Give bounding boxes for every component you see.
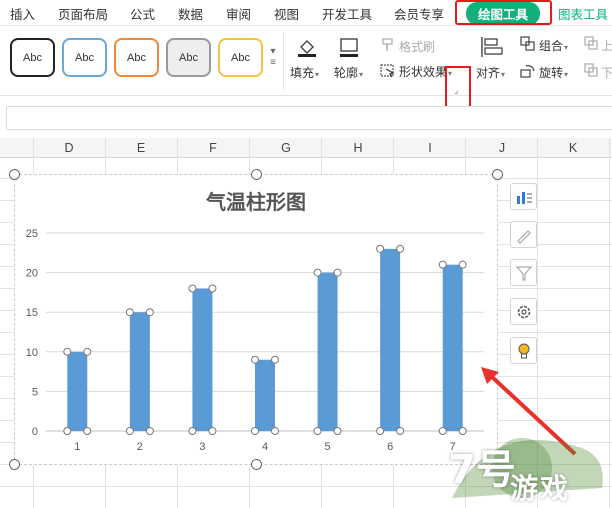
bar[interactable] (129, 312, 150, 431)
bar-selection-handle[interactable] (145, 427, 154, 435)
chart-style-button[interactable] (510, 221, 537, 248)
chart-settings-button[interactable] (510, 298, 537, 325)
bar-selection-handle[interactable] (313, 268, 322, 277)
bar[interactable] (255, 359, 275, 431)
resize-handle-bottom-center[interactable] (251, 459, 262, 470)
chart-style-icon (516, 229, 531, 244)
y-tick-label: 5 (32, 386, 38, 398)
bar-selection-handle[interactable] (145, 308, 154, 317)
bar-selection-handle[interactable] (376, 427, 385, 435)
bar[interactable] (380, 248, 401, 431)
bar[interactable] (442, 264, 463, 431)
bar-selection-handle[interactable] (271, 355, 279, 364)
watermark-number: 7号 (448, 447, 516, 493)
chart-ideas-button[interactable] (510, 337, 537, 364)
bar-selection-handle[interactable] (63, 347, 72, 356)
bar-selection-handle[interactable] (188, 427, 197, 435)
chart-filter-button[interactable] (510, 259, 537, 286)
bar-selection-handle[interactable] (376, 244, 385, 253)
bar[interactable] (317, 272, 338, 431)
chart-settings-icon (517, 305, 530, 318)
bar-selection-handle[interactable] (333, 268, 342, 277)
resize-handle-top-center[interactable] (251, 169, 262, 180)
chart-ideas-icon (518, 343, 529, 358)
chart-elements-button[interactable] (510, 183, 537, 210)
y-tick-label: 20 (26, 268, 38, 280)
bar-selection-handle[interactable] (396, 427, 405, 435)
y-tick-label: 10 (26, 347, 38, 359)
x-tick-label: 5 (325, 441, 331, 453)
bar[interactable] (67, 351, 88, 431)
bar-selection-handle[interactable] (208, 427, 217, 435)
x-tick-label: 3 (199, 441, 205, 453)
x-tick-label: 6 (387, 441, 393, 453)
resize-handle-top-right[interactable] (492, 169, 503, 180)
bar-selection-handle[interactable] (313, 427, 322, 435)
bar[interactable] (192, 288, 213, 431)
bar-selection-handle[interactable] (333, 427, 342, 435)
bar-selection-handle[interactable] (396, 244, 405, 253)
bar-selection-handle[interactable] (251, 427, 259, 435)
resize-handle-bottom-left[interactable] (9, 459, 20, 470)
chart-filter-icon (515, 265, 532, 281)
y-tick-label: 15 (26, 307, 38, 319)
resize-handle-top-left[interactable] (9, 169, 20, 180)
x-tick-label: 1 (74, 441, 80, 453)
y-tick-label: 0 (32, 426, 38, 438)
bar-selection-handle[interactable] (83, 427, 92, 435)
bar-selection-handle[interactable] (125, 427, 134, 435)
bar-selection-handle[interactable] (458, 260, 467, 269)
chart-elements-icon (516, 191, 532, 204)
bar-selection-handle[interactable] (208, 284, 217, 293)
bar-selection-handle[interactable] (271, 427, 279, 435)
watermark-text: 游戏 (510, 472, 571, 505)
x-tick-label: 4 (262, 441, 268, 453)
x-tick-label: 2 (137, 441, 143, 453)
bar-selection-handle[interactable] (83, 347, 92, 356)
y-tick-label: 25 (26, 228, 38, 240)
bar-selection-handle[interactable] (188, 284, 197, 293)
bar-selection-handle[interactable] (251, 355, 259, 364)
bar-selection-handle[interactable] (125, 308, 134, 317)
bar-selection-handle[interactable] (438, 260, 447, 269)
bar-selection-handle[interactable] (63, 427, 72, 435)
